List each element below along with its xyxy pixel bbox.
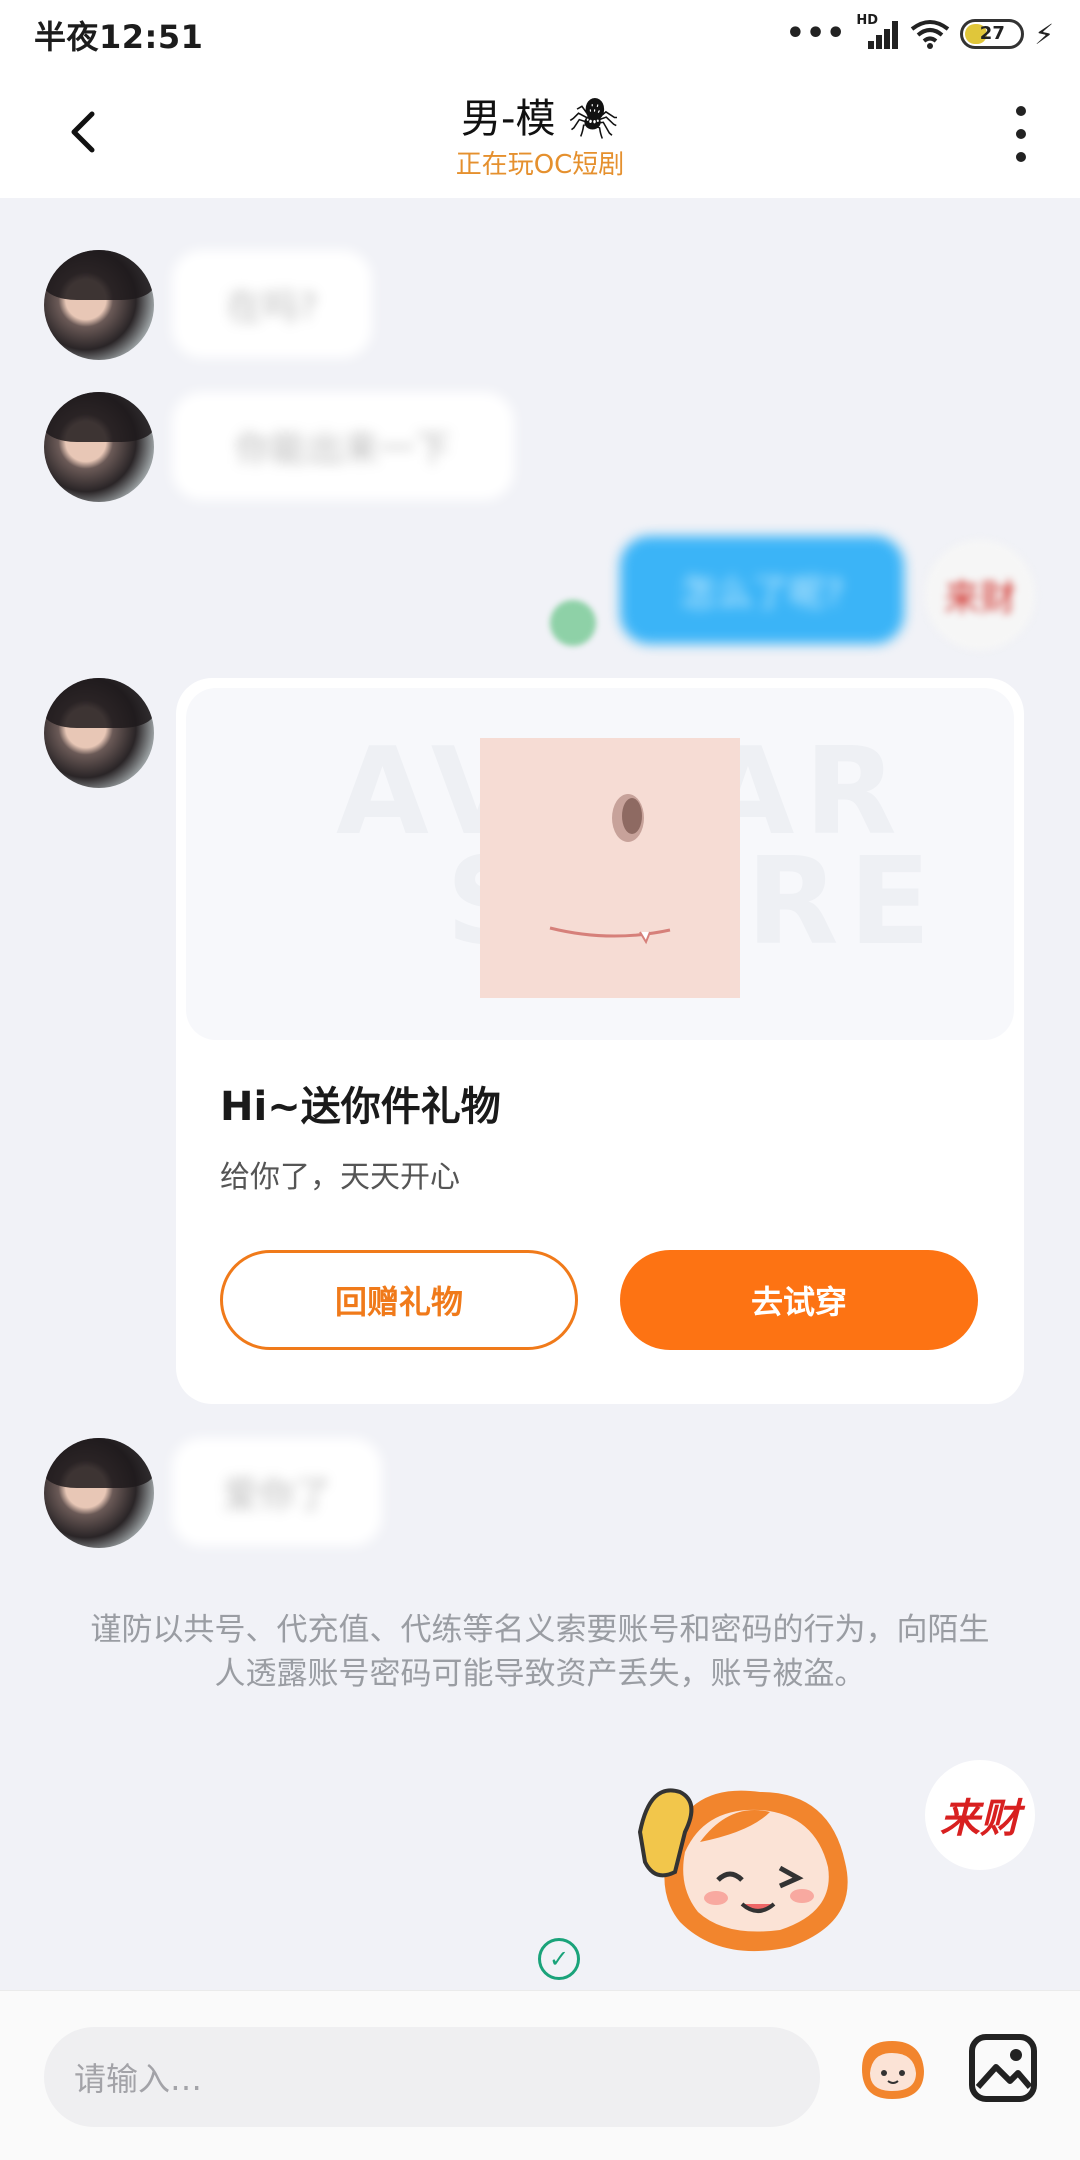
lucky-badge[interactable]: 来财 [925,1760,1035,1870]
contact-avatar[interactable] [44,250,154,360]
message-input[interactable]: 请输入… [44,2027,820,2127]
message-bubble[interactable]: 在吗? [172,250,372,358]
more-options-button[interactable] [1006,106,1036,162]
contact-avatar[interactable] [44,392,154,502]
return-gift-button[interactable]: 回赠礼物 [220,1250,578,1350]
gift-card[interactable]: AVATAR STORE Hi~送你件礼物 给你了，天天开心 回赠礼物 去试穿 [176,678,1024,1404]
emoji-button[interactable] [852,2029,932,2109]
gift-title: Hi~送你件礼物 [220,1084,501,1130]
security-warning: 谨防以共号、代充值、代练等名义索要账号和密码的行为，向陌生人透露账号密码可能导致… [90,1612,990,1692]
signal-hd-label: HD [856,13,878,28]
self-message-bubble[interactable]: 怎么了呢? [620,536,904,644]
message-bubble[interactable]: 爱你了 [172,1438,382,1546]
status-bar: 半夜12:51 ••• HD 27 ⚡ [0,0,1080,66]
cell-signal-icon: HD [856,13,900,51]
spider-icon: 🕷 [568,96,619,142]
contact-status: 正在玩OC短剧 [455,150,625,180]
battery-level: 27 [979,23,1005,44]
emoji-sticker-icon [862,2041,924,2099]
message-bubble[interactable]: 你能出来一下 [172,392,514,500]
wifi-icon [910,19,950,49]
contact-avatar[interactable] [44,1438,154,1548]
status-icons: ••• HD 27 ⚡ [785,13,1054,54]
check-icon: ✓ [538,1938,580,1980]
battery-icon: 27 [960,19,1025,49]
charging-icon: ⚡ [1034,17,1054,51]
emoji-sticker-icon[interactable] [630,1772,870,1972]
gift-preview: AVATAR STORE [186,688,1014,1040]
try-on-button[interactable]: 去试穿 [620,1250,978,1350]
gift-face-image [480,738,740,998]
input-bar: 请输入… [0,1990,1080,2160]
contact-avatar[interactable] [44,678,154,788]
status-time: 半夜12:51 [34,18,204,56]
contact-name-text: 男-模 [461,96,556,142]
lucky-badge-text: 来财 [940,1795,1020,1842]
read-status-dot [550,600,596,646]
gift-description: 给你了，天天开心 [220,1160,460,1195]
more-notifications-icon: ••• [785,16,847,51]
image-icon [969,2034,1037,2102]
contact-name: 男-模 🕷 [0,86,1080,144]
chat-header: 男-模 🕷 正在玩OC短剧 [0,66,1080,198]
self-avatar[interactable]: 来财 [925,540,1035,650]
image-button[interactable] [966,2031,1040,2105]
